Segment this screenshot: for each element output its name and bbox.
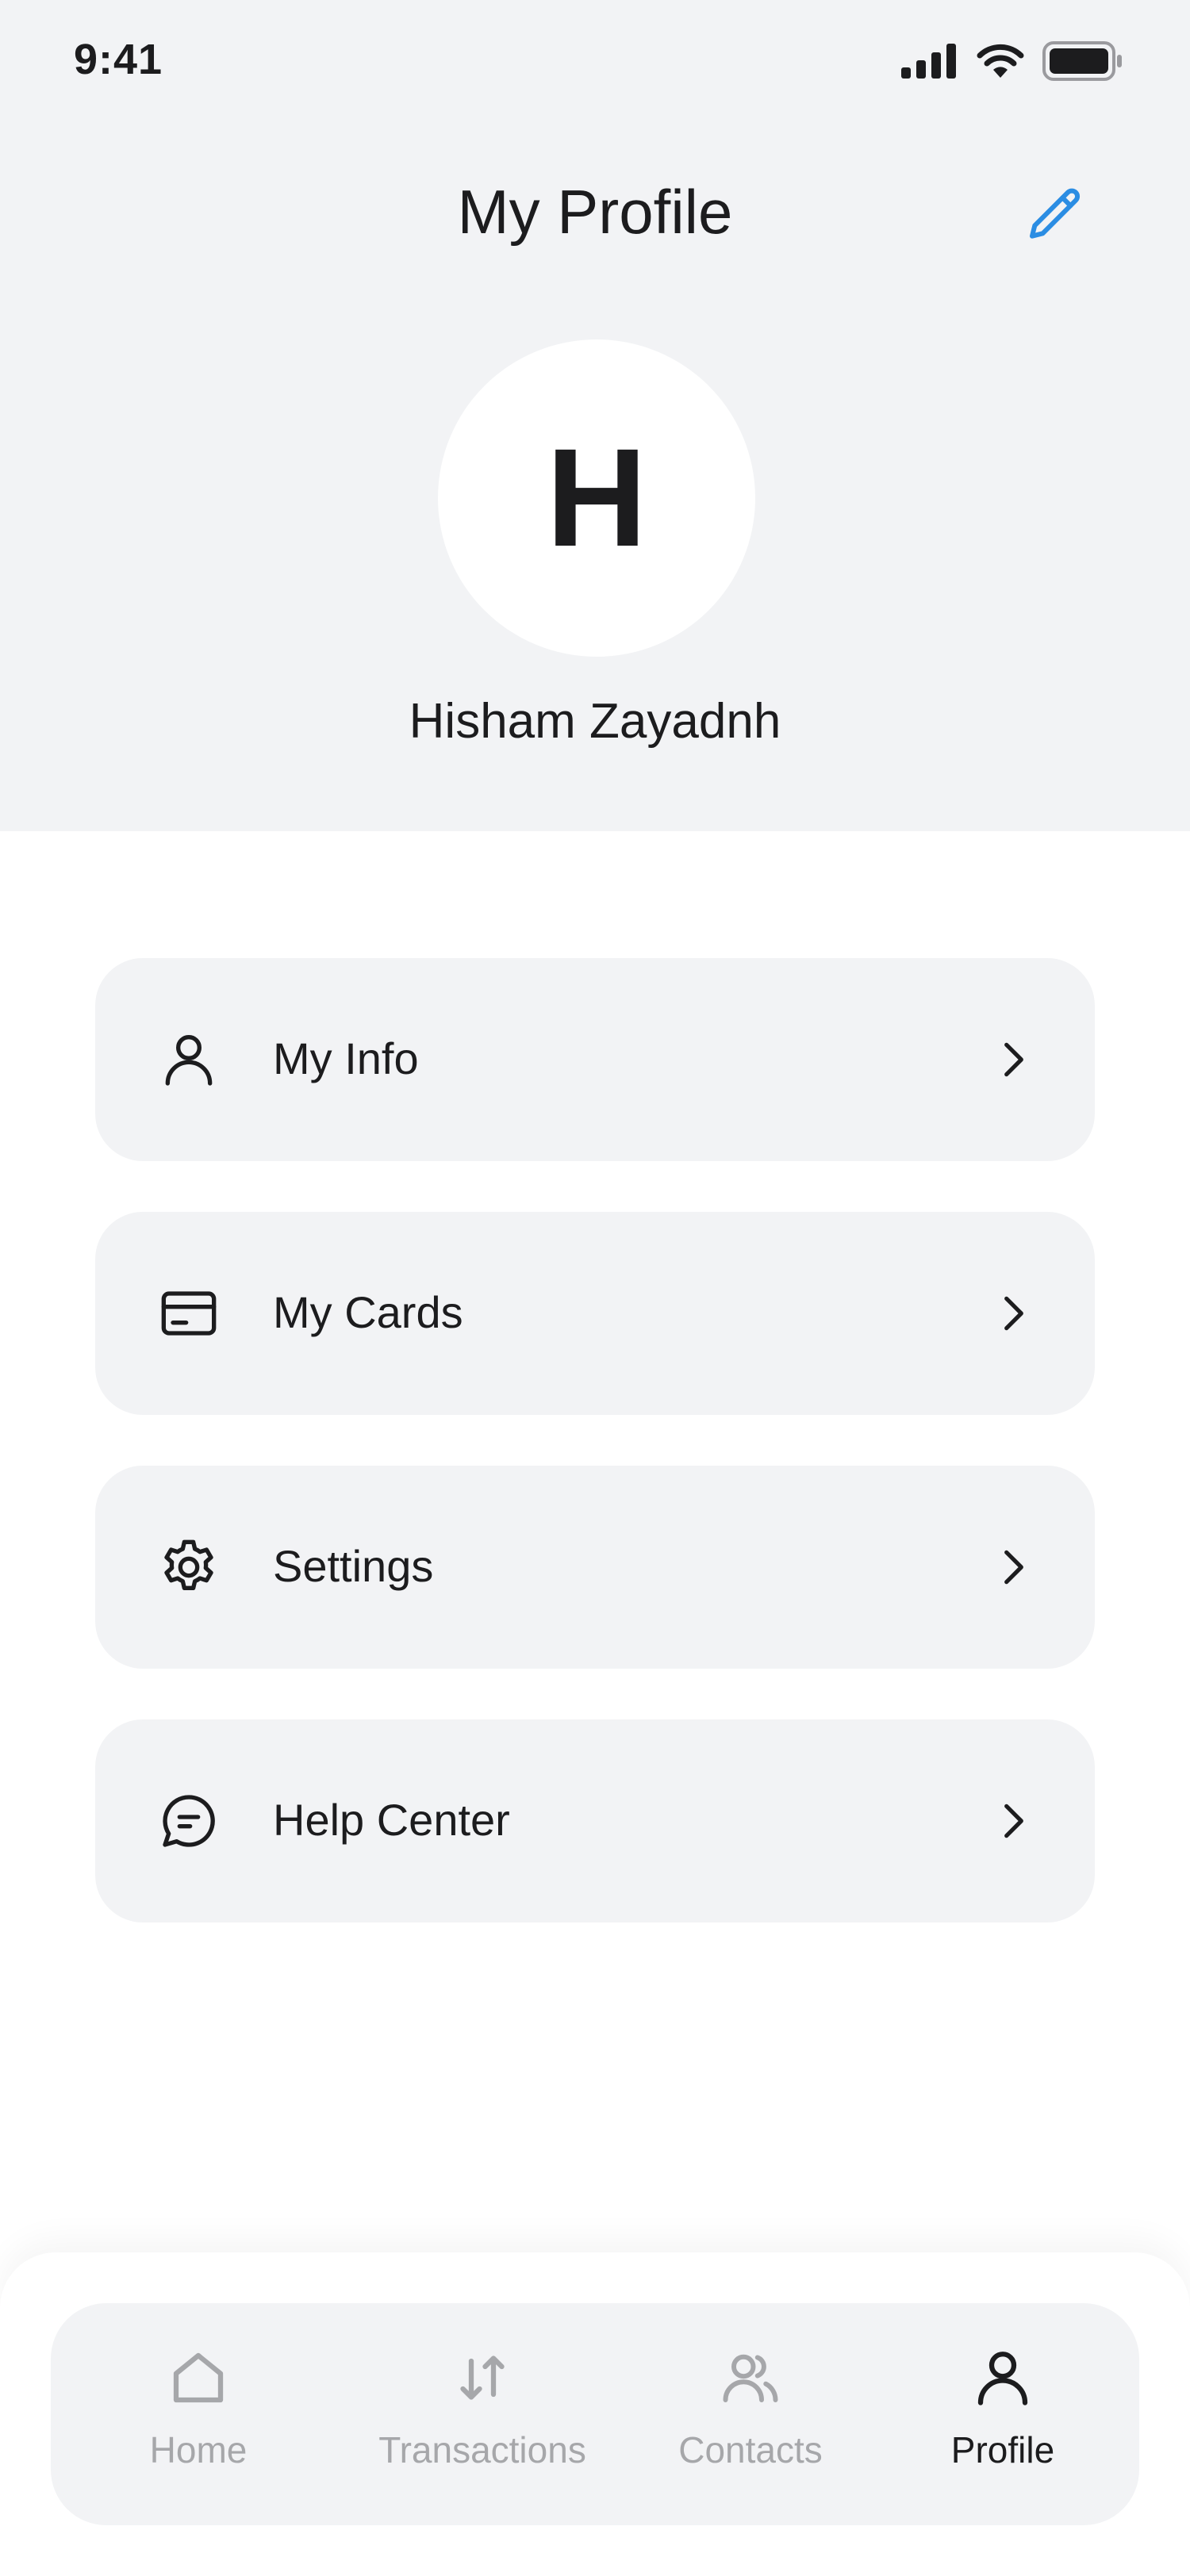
status-icons — [901, 41, 1123, 81]
arrows-up-down-icon — [460, 2356, 505, 2400]
home-icon — [173, 2352, 224, 2403]
credit-card-icon — [161, 1291, 217, 1336]
chevron-right-icon — [1004, 1042, 1023, 1077]
battery-icon — [1042, 41, 1122, 81]
tab-transactions[interactable]: Transactions — [347, 2303, 617, 2525]
chevron-right-icon — [1004, 1550, 1023, 1585]
chevron-right-icon — [1004, 1804, 1023, 1838]
menu-item-my-cards[interactable]: My Cards — [95, 1212, 1095, 1415]
pencil-icon — [1030, 188, 1081, 239]
status-time: 9:41 — [74, 36, 163, 83]
menu-item-help-center[interactable]: Help Center — [95, 1719, 1095, 1922]
page-title: My Profile — [457, 177, 733, 247]
tab-bar: Home Transactions Contacts Profile — [51, 2303, 1139, 2525]
menu-item-label: Settings — [273, 1541, 434, 1591]
tab-home[interactable]: Home — [106, 2303, 290, 2525]
gear-icon — [164, 1539, 213, 1590]
tab-contacts[interactable]: Contacts — [647, 2303, 854, 2525]
menu-item-label: My Cards — [273, 1287, 463, 1337]
menu-item-label: Help Center — [273, 1795, 510, 1845]
chat-bubble-icon — [163, 1795, 215, 1847]
menu-item-settings[interactable]: Settings — [95, 1466, 1095, 1669]
wifi-icon — [977, 44, 1024, 78]
menu-item-my-info[interactable]: My Info — [95, 958, 1095, 1161]
tab-label: Profile — [950, 2429, 1055, 2471]
chevron-right-icon — [1004, 1296, 1023, 1331]
edit-profile-button[interactable] — [1022, 181, 1090, 249]
contacts-icon — [723, 2354, 778, 2402]
avatar: H — [438, 339, 755, 657]
menu-item-label: My Info — [273, 1033, 419, 1083]
tab-label: Transactions — [378, 2429, 586, 2471]
user-name: Hisham Zayadnh — [409, 694, 781, 749]
user-icon — [977, 2352, 1028, 2405]
tab-profile[interactable]: Profile — [916, 2303, 1090, 2525]
tab-label: Contacts — [678, 2429, 823, 2471]
cellular-signal-icon — [901, 44, 956, 79]
user-icon — [165, 1035, 213, 1086]
tab-label: Home — [149, 2429, 248, 2471]
